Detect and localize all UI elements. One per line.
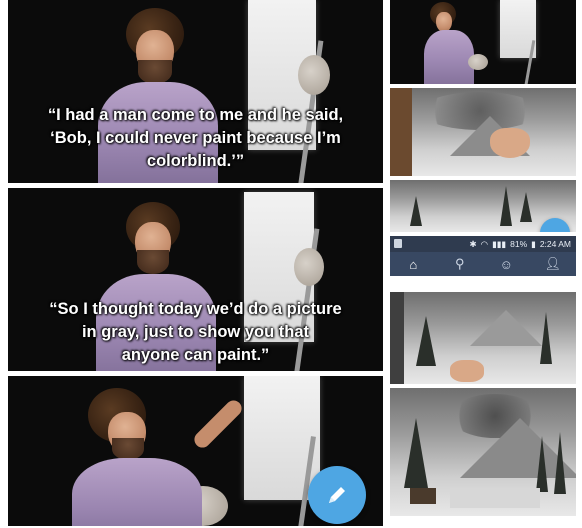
status-bar: ✱ ◠ ▮▮▮ 81% ▮ 2:24 AM: [390, 236, 576, 252]
comic-panel-2: “So I thought today we’d do a picture in…: [8, 188, 383, 371]
caption-line: ‘Bob, I could never paint because I’m: [50, 129, 341, 147]
right-panel-1: [390, 0, 576, 84]
caption-line: in gray, just to show you that: [81, 323, 310, 341]
profile-icon[interactable]: 👤︎: [543, 256, 563, 272]
comic-panel-1: “I had a man come to me and he said, ‘Bo…: [8, 0, 383, 183]
tree: [500, 186, 512, 226]
wifi-icon: ◠: [480, 238, 489, 249]
tree: [520, 192, 532, 222]
battery-percent: 81%: [510, 239, 528, 249]
painting-left-edge: [390, 88, 412, 176]
caption: “So I thought today we’d do a picture in…: [8, 298, 383, 367]
clock: 2:24 AM: [539, 239, 571, 249]
bluetooth-icon: ✱: [469, 238, 477, 249]
palette: [294, 248, 324, 286]
painting-left-edge: [390, 292, 404, 384]
right-panel-3: [390, 180, 576, 232]
caption-line: “So I thought today we’d do a picture: [49, 300, 342, 318]
painter-hand: [490, 128, 530, 158]
caption: “I had a man come to me and he said, ‘Bo…: [8, 104, 383, 173]
tree: [554, 432, 566, 494]
shirt: [72, 458, 202, 526]
compose-button[interactable]: [308, 466, 366, 524]
right-panel-2: [390, 88, 576, 176]
beard: [112, 438, 144, 460]
battery-icon: ▮: [531, 238, 536, 249]
app-nav-bar: ⌂ ⚲ ☺ 👤︎: [390, 252, 576, 276]
mountain: [470, 310, 542, 346]
phone-app-bar: ✱ ◠ ▮▮▮ 81% ▮ 2:24 AM ⌂ ⚲ ☺ 👤︎: [390, 236, 576, 276]
cabin: [410, 488, 436, 504]
home-icon[interactable]: ⌂: [403, 257, 423, 272]
right-panel-4: [390, 292, 576, 384]
beard: [138, 60, 172, 84]
comic-panel-3: [8, 376, 383, 526]
painter-hand: [450, 360, 484, 382]
tree: [536, 436, 548, 492]
face: [436, 12, 452, 32]
tree: [404, 418, 428, 488]
palette: [468, 54, 488, 70]
emoji-icon[interactable]: ☺: [496, 257, 516, 272]
pencil-icon: [329, 487, 345, 503]
palette: [298, 55, 330, 95]
caption-line: colorblind.’”: [146, 152, 245, 170]
water: [450, 488, 540, 508]
beard: [137, 250, 169, 274]
caption-line: anyone can paint.”: [121, 346, 270, 364]
painting-arm: [191, 397, 245, 451]
signal-icon: ▮▮▮: [492, 238, 507, 249]
search-icon[interactable]: ⚲: [450, 256, 470, 272]
shirt: [424, 30, 474, 84]
tree: [410, 196, 422, 226]
caption-line: “I had a man come to me and he said,: [47, 106, 344, 124]
gallery-icon: [394, 239, 402, 248]
tree: [416, 316, 436, 366]
right-panel-5: [390, 388, 576, 516]
